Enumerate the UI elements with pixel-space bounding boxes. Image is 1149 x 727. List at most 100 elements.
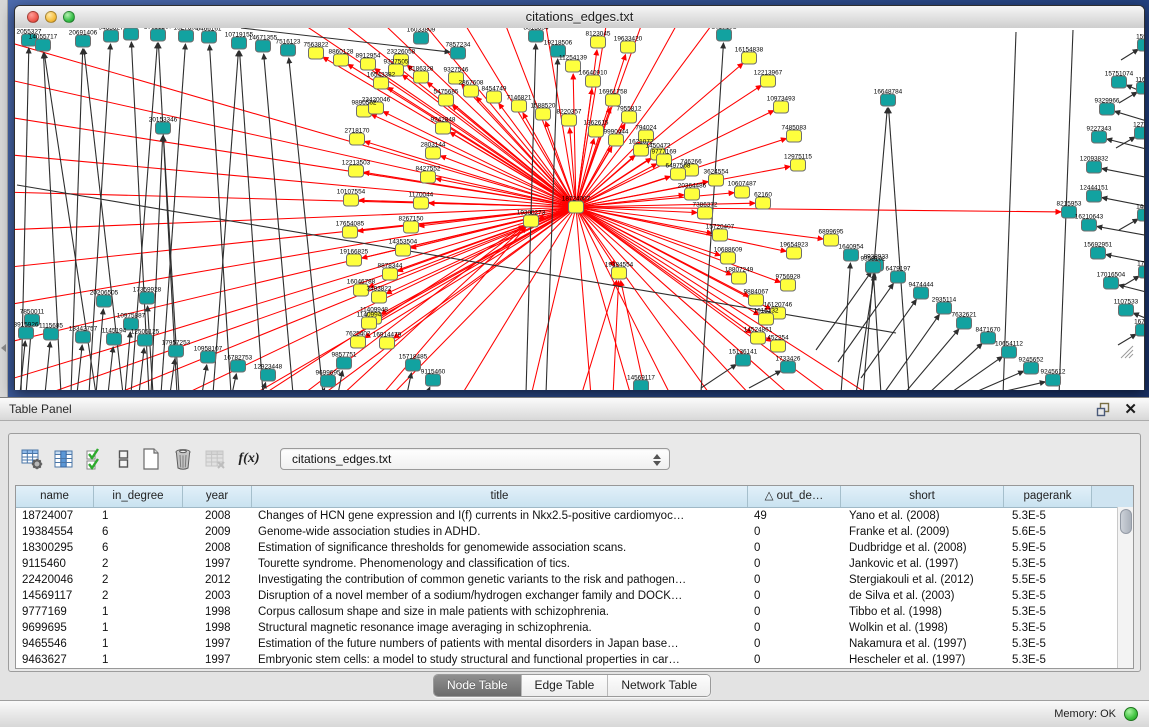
column-header[interactable]: pagerank [1004, 486, 1092, 507]
graph-node[interactable] [735, 186, 750, 198]
column-header[interactable]: name [16, 486, 94, 507]
graph-node[interactable] [1091, 247, 1106, 259]
graph-node[interactable] [1104, 277, 1119, 289]
graph-node[interactable] [589, 125, 604, 137]
graph-node[interactable] [536, 108, 551, 120]
table-row[interactable]: 946362711997Embryonic stem cells: a mode… [16, 652, 1133, 668]
graph-node[interactable] [261, 369, 276, 381]
graph-node[interactable] [609, 134, 624, 146]
graph-node[interactable] [76, 35, 91, 47]
graph-node[interactable] [179, 30, 194, 42]
table-row[interactable]: 911546021997Tourette syndrome. Phenomeno… [16, 556, 1133, 572]
graph-node[interactable] [891, 271, 906, 283]
graph-node[interactable] [347, 254, 362, 266]
graph-node[interactable] [406, 359, 421, 371]
window-titlebar[interactable]: citations_edges.txt [15, 6, 1144, 29]
graph-node[interactable] [736, 354, 751, 366]
column-header[interactable]: year [183, 486, 252, 507]
graph-node[interactable] [343, 226, 358, 238]
graph-node[interactable] [232, 37, 247, 49]
graph-node[interactable] [1119, 304, 1134, 316]
graph-node[interactable] [281, 44, 296, 56]
graph-node[interactable] [1138, 39, 1145, 51]
show-columns-icon[interactable] [53, 448, 75, 470]
graph-node[interactable] [439, 94, 454, 106]
graph-node[interactable] [1002, 346, 1017, 358]
selection-mode-icon[interactable] [85, 448, 107, 470]
graph-node[interactable] [464, 85, 479, 97]
graph-node[interactable] [19, 327, 34, 339]
graph-node[interactable] [717, 29, 732, 41]
graph-node[interactable] [1138, 209, 1145, 221]
graph-node[interactable] [426, 147, 441, 159]
table-settings-icon[interactable] [21, 448, 43, 470]
graph-node[interactable] [334, 54, 349, 66]
graph-node[interactable] [957, 317, 972, 329]
column-header[interactable]: title [252, 486, 748, 507]
graph-node[interactable] [414, 197, 429, 209]
graph-node[interactable] [309, 47, 324, 59]
graph-node[interactable] [151, 29, 166, 41]
graph-node[interactable] [380, 337, 395, 349]
graph-node[interactable] [713, 229, 728, 241]
scrollbar-thumb[interactable] [1120, 509, 1132, 534]
create-column-icon[interactable] [140, 448, 162, 470]
graph-node[interactable] [138, 334, 153, 346]
graph-node[interactable] [1087, 190, 1102, 202]
graph-node[interactable] [1136, 324, 1145, 336]
graph-node[interactable] [634, 380, 649, 390]
graph-node[interactable] [201, 351, 216, 363]
graph-node[interactable] [787, 130, 802, 142]
graph-node[interactable] [350, 133, 365, 145]
graph-node[interactable] [156, 122, 171, 134]
graph-node[interactable] [351, 336, 366, 348]
graph-node[interactable] [824, 234, 839, 246]
table-row[interactable]: 1938455462009Genome-wide association stu… [16, 524, 1133, 540]
graph-node[interactable] [569, 201, 584, 213]
resize-grip-icon[interactable] [1125, 350, 1133, 358]
float-panel-icon[interactable] [1096, 402, 1111, 417]
graph-node[interactable] [436, 122, 451, 134]
graph-node[interactable] [104, 30, 119, 42]
table-row[interactable]: 946554611997Estimation of the future num… [16, 636, 1133, 652]
graph-node[interactable] [1112, 76, 1127, 88]
graph-node[interactable] [97, 295, 112, 307]
graph-node[interactable] [374, 77, 389, 89]
graph-node[interactable] [914, 287, 929, 299]
splitter-handle-icon[interactable] [1, 344, 6, 352]
graph-node[interactable] [107, 333, 122, 345]
vertical-scrollbar[interactable] [1117, 507, 1133, 668]
graph-node[interactable] [383, 268, 398, 280]
graph-node[interactable] [1135, 127, 1145, 139]
graph-node[interactable] [759, 313, 774, 325]
graph-node[interactable] [721, 252, 736, 264]
graph-node[interactable] [202, 31, 217, 43]
graph-node[interactable] [742, 52, 757, 64]
graph-node[interactable] [344, 194, 359, 206]
graph-node[interactable] [709, 174, 724, 186]
graph-node[interactable] [937, 302, 952, 314]
graph-node[interactable] [981, 332, 996, 344]
graph-node[interactable] [781, 361, 796, 373]
table-row[interactable]: 1830029562008Estimation of significance … [16, 540, 1133, 556]
graph-node[interactable] [606, 94, 621, 106]
graph-node[interactable] [591, 36, 606, 48]
graph-node[interactable] [372, 291, 387, 303]
table-row[interactable]: 977716911998Corpus callosum shape and si… [16, 604, 1133, 620]
table-row[interactable]: 1872400712008Changes of HCN gene express… [16, 508, 1133, 524]
graph-node[interactable] [321, 375, 336, 387]
graph-node[interactable] [124, 28, 139, 40]
graph-node[interactable] [404, 221, 419, 233]
graph-node[interactable] [256, 40, 271, 52]
graph-node[interactable] [414, 32, 429, 44]
graph-node[interactable] [44, 328, 59, 340]
delete-columns-icon[interactable] [172, 448, 194, 470]
graph-node[interactable] [362, 317, 377, 329]
graph-node[interactable] [1139, 266, 1145, 278]
graph-node[interactable] [1087, 161, 1102, 173]
network-canvas[interactable]: 1872400775638228860128891295423226058932… [15, 28, 1144, 390]
graph-node[interactable] [787, 247, 802, 259]
graph-node[interactable] [524, 215, 539, 227]
table-row[interactable]: 1456911722003Disruption of a novel membe… [16, 588, 1133, 604]
graph-node[interactable] [621, 41, 636, 53]
